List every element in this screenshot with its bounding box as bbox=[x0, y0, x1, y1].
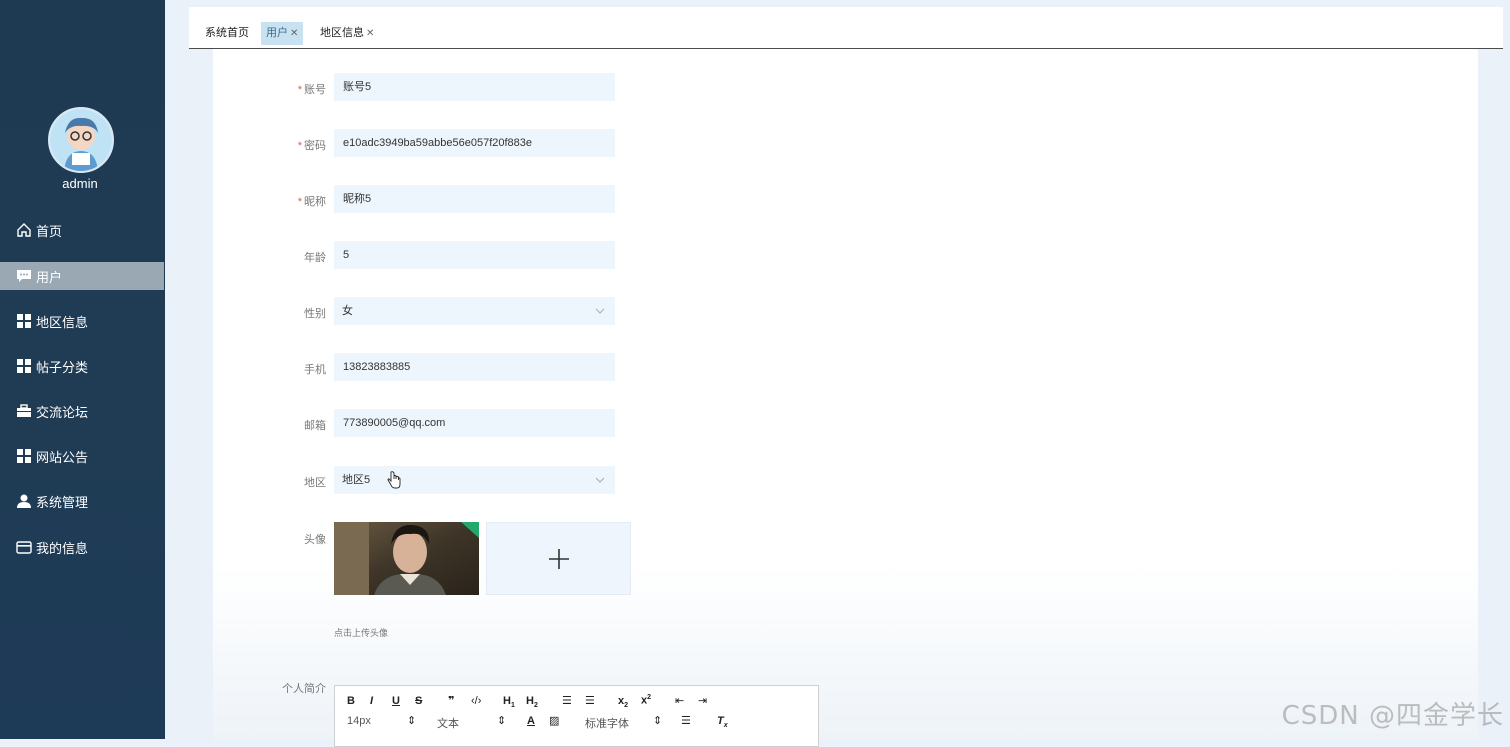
font-size-value: 14px bbox=[347, 715, 371, 727]
card-icon bbox=[16, 539, 32, 555]
user-form-panel: *账号 *密码 *昵称 年龄 性别 女 手机 邮箱 地区 地区5 bbox=[213, 49, 1478, 747]
phone-input[interactable] bbox=[334, 353, 615, 381]
phone-label: 手机 bbox=[304, 364, 326, 376]
tab-label: 地区信息 bbox=[320, 27, 364, 39]
avatar-photo-icon bbox=[334, 522, 479, 595]
quote-icon[interactable]: ❞ bbox=[448, 694, 454, 707]
email-input[interactable] bbox=[334, 409, 615, 437]
region-value: 地区5 bbox=[342, 474, 371, 486]
cartoon-avatar-icon bbox=[50, 109, 112, 171]
code-icon[interactable]: ‹/› bbox=[471, 695, 481, 707]
sidebar-item-label: 交流论坛 bbox=[36, 404, 89, 420]
grid-icon bbox=[16, 313, 32, 329]
gender-value: 女 bbox=[342, 305, 353, 317]
sidebar-item-users[interactable]: 用户 bbox=[0, 262, 164, 290]
sidebar-item-label: 系统管理 bbox=[36, 494, 89, 510]
avatar-label: 头像 bbox=[304, 534, 326, 546]
sidebar-item-forum[interactable]: 交流论坛 bbox=[0, 397, 164, 425]
sidebar-username: admin bbox=[62, 176, 98, 191]
font-family-value: 标准字体 bbox=[585, 718, 629, 730]
admin-avatar[interactable] bbox=[48, 107, 114, 173]
sidebar-item-my-info[interactable]: 我的信息 bbox=[0, 533, 164, 561]
outdent-icon[interactable]: ⇤ bbox=[675, 694, 684, 707]
nickname-label: * 昵称 bbox=[297, 196, 326, 208]
age-label: 年龄 bbox=[304, 252, 326, 264]
briefcase-icon bbox=[16, 403, 32, 419]
indent-icon[interactable]: ⇥ bbox=[698, 694, 707, 707]
grid-icon bbox=[16, 358, 32, 374]
grid-icon bbox=[16, 448, 32, 464]
subscript-icon[interactable]: x2 bbox=[618, 695, 628, 709]
chevron-updown-icon: ⇕ bbox=[407, 715, 417, 727]
chevron-updown-icon: ⇕ bbox=[653, 715, 663, 727]
close-icon[interactable]: ✕ bbox=[366, 28, 374, 39]
chevron-down-icon bbox=[595, 477, 605, 483]
tab-label: 用户 bbox=[266, 27, 288, 39]
clear-format-icon[interactable]: Tx bbox=[717, 715, 728, 729]
heading1-icon[interactable]: H1 bbox=[503, 695, 515, 709]
person-icon bbox=[16, 493, 32, 509]
sidebar-item-post-category[interactable]: 帖子分类 bbox=[0, 352, 164, 380]
font-color-icon[interactable]: A bbox=[527, 715, 535, 727]
sidebar-item-label: 帖子分类 bbox=[36, 359, 89, 375]
sidebar-item-label: 首页 bbox=[36, 223, 63, 239]
font-size-select[interactable]: 14px bbox=[347, 715, 371, 727]
sidebar-item-label: 用户 bbox=[36, 269, 63, 285]
plus-icon bbox=[548, 548, 569, 569]
rich-text-editor[interactable]: B I U S ❞ ‹/› H1 H2 ☰ ☰ x2 x2 ⇤ ⇥ 14px ⇕… bbox=[334, 685, 819, 747]
email-label: 邮箱 bbox=[304, 420, 326, 432]
font-family-select[interactable]: 标准字体 bbox=[585, 715, 629, 731]
avatar-thumbnail[interactable] bbox=[334, 522, 479, 595]
avatar-upload-button[interactable] bbox=[486, 522, 631, 595]
italic-icon[interactable]: I bbox=[370, 695, 373, 707]
paragraph-select[interactable]: 文本 bbox=[437, 715, 459, 731]
region-label: 地区 bbox=[304, 477, 326, 489]
bold-icon[interactable]: B bbox=[347, 695, 355, 707]
password-input[interactable] bbox=[334, 129, 615, 157]
gender-select[interactable]: 女 bbox=[334, 297, 615, 325]
heading2-icon[interactable]: H2 bbox=[526, 695, 538, 709]
account-input[interactable] bbox=[334, 73, 615, 101]
region-select[interactable]: 地区5 bbox=[334, 466, 615, 494]
gender-label: 性别 bbox=[304, 308, 326, 320]
chevron-down-icon bbox=[595, 308, 605, 314]
watermark: CSDN @四金学长 bbox=[1281, 701, 1504, 731]
home-icon bbox=[16, 222, 32, 238]
superscript-icon[interactable]: x2 bbox=[641, 694, 651, 707]
hand-cursor-icon bbox=[387, 471, 401, 489]
chat-icon bbox=[16, 268, 32, 284]
bio-label: 个人简介 bbox=[282, 683, 326, 695]
password-label: * 密码 bbox=[297, 140, 326, 152]
age-input[interactable] bbox=[334, 241, 615, 269]
tabs-bar: 系统首页 用户 ✕ 地区信息 ✕ bbox=[189, 7, 1503, 49]
avatar-upload-hint: 点击上传头像 bbox=[334, 628, 389, 638]
align-left-icon[interactable]: ☰ bbox=[681, 714, 691, 727]
nickname-input[interactable] bbox=[334, 185, 615, 213]
background-color-icon[interactable]: ▨ bbox=[549, 714, 559, 727]
sidebar-item-home[interactable]: 首页 bbox=[0, 216, 164, 244]
strikethrough-icon[interactable]: S bbox=[415, 695, 422, 707]
underline-icon[interactable]: U bbox=[392, 695, 400, 707]
sidebar-item-label: 我的信息 bbox=[36, 540, 89, 556]
sidebar-item-system-management[interactable]: 系统管理 bbox=[0, 487, 164, 515]
paragraph-value: 文本 bbox=[437, 718, 459, 730]
close-icon[interactable]: ✕ bbox=[290, 28, 298, 39]
tab-home[interactable]: 系统首页 bbox=[200, 22, 254, 45]
chevron-updown-icon: ⇕ bbox=[497, 715, 507, 727]
ordered-list-icon[interactable]: ☰ bbox=[562, 694, 572, 707]
account-label: * 账号 bbox=[297, 84, 326, 96]
sidebar-item-label: 网站公告 bbox=[36, 449, 89, 465]
tab-label: 系统首页 bbox=[205, 27, 249, 39]
sidebar-item-announcement[interactable]: 网站公告 bbox=[0, 442, 164, 470]
sidebar: admin 首页 用户 地区信息 帖子分类 交流论坛 网站公告 系统管理 我的信… bbox=[0, 0, 165, 739]
tab-users[interactable]: 用户 ✕ bbox=[261, 22, 304, 45]
tab-region-info[interactable]: 地区信息 ✕ bbox=[315, 22, 379, 45]
sidebar-item-region-info[interactable]: 地区信息 bbox=[0, 307, 164, 335]
bullet-list-icon[interactable]: ☰ bbox=[585, 694, 595, 707]
sidebar-item-label: 地区信息 bbox=[36, 314, 89, 330]
